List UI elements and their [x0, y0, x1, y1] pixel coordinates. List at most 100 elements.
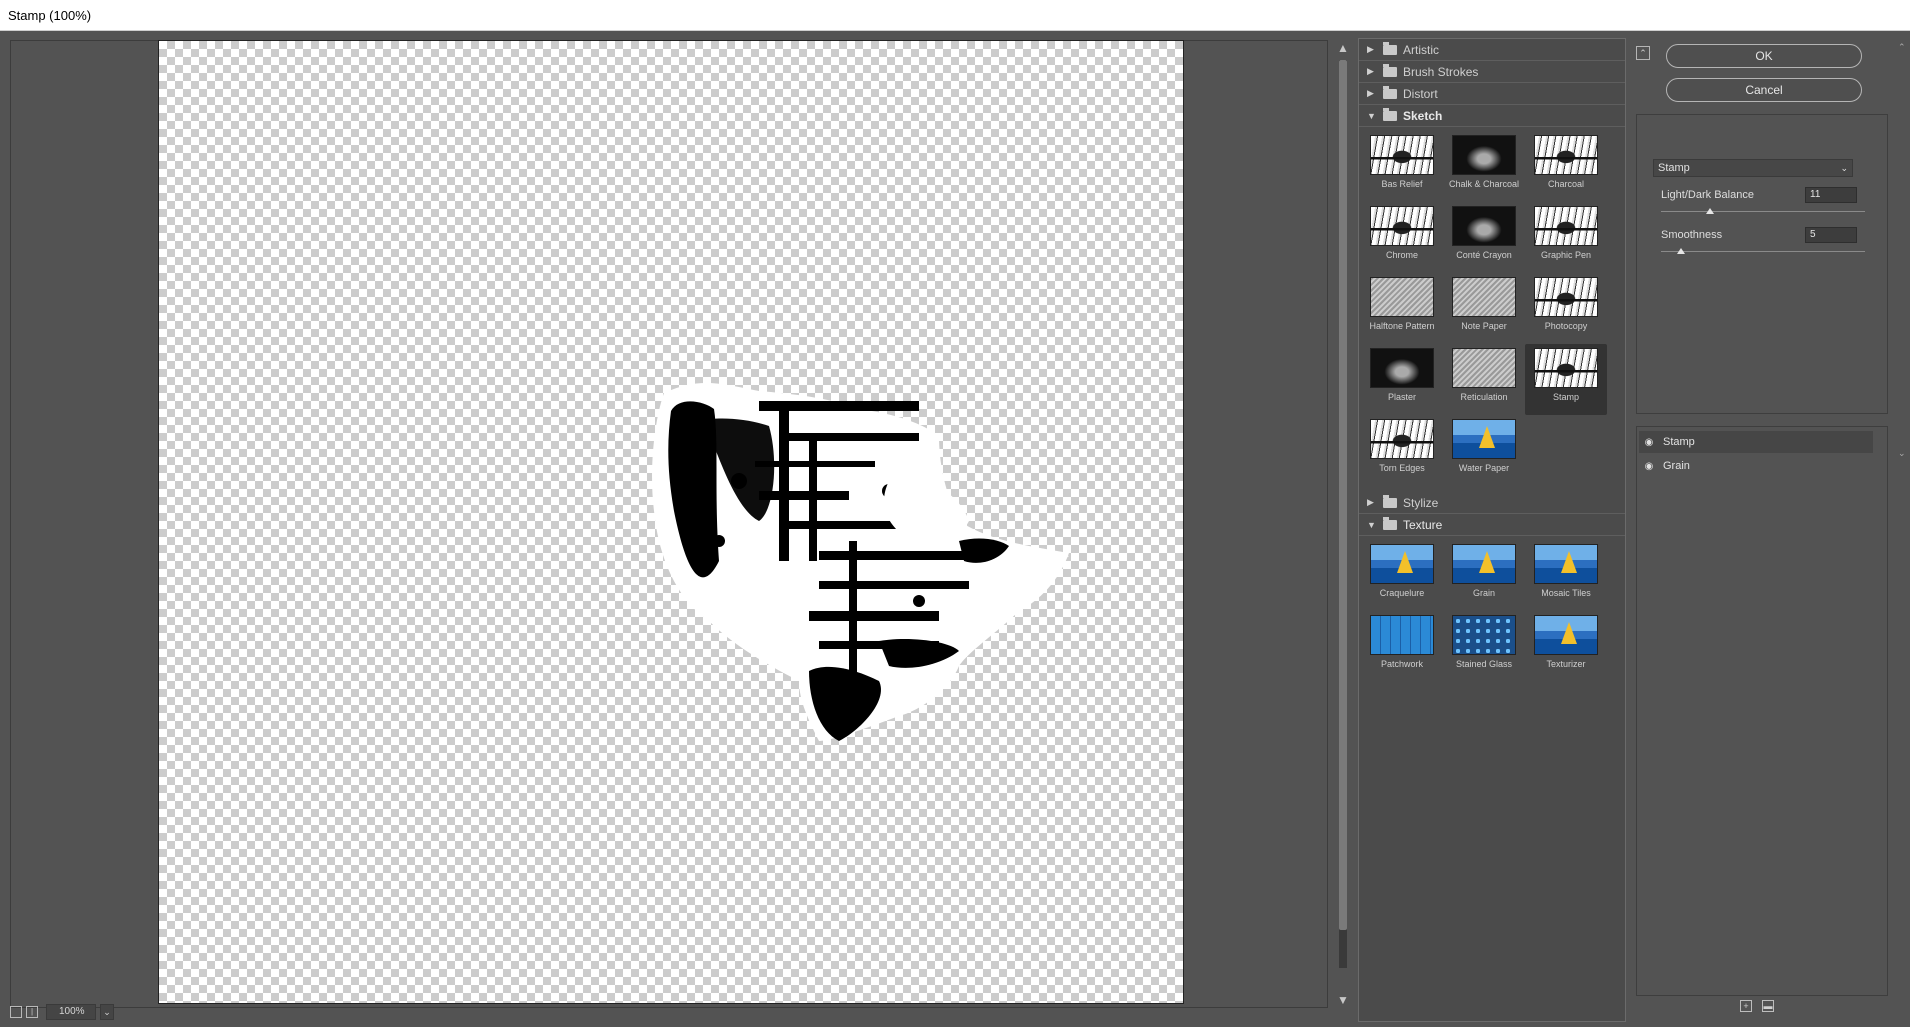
filter-thumbnail	[1452, 135, 1516, 175]
filter-torn-edges[interactable]: Torn Edges	[1361, 415, 1443, 486]
triangle-right-icon[interactable]: ▶	[1367, 497, 1379, 508]
filter-note-paper[interactable]: Note Paper	[1443, 273, 1525, 344]
folder-icon	[1383, 494, 1397, 508]
filter-label: Chrome	[1385, 250, 1418, 260]
filter-stained-glass[interactable]: Stained Glass	[1443, 611, 1525, 682]
filter-mosaic-tiles[interactable]: Mosaic Tiles	[1525, 540, 1607, 611]
smoothness-field[interactable]: 5	[1805, 227, 1857, 243]
filter-charcoal[interactable]: Charcoal	[1525, 131, 1607, 202]
scroll-down-icon[interactable]: ▼	[1337, 994, 1349, 1006]
slider-knob[interactable]	[1705, 208, 1714, 214]
triangle-right-icon[interactable]: ▶	[1367, 66, 1379, 77]
smoothness-slider[interactable]	[1661, 248, 1865, 254]
triangle-right-icon[interactable]: ▶	[1367, 88, 1379, 99]
filter-thumbnail	[1452, 419, 1516, 459]
layer-actions: + ▬	[1740, 1000, 1774, 1012]
category-label: Sketch	[1403, 108, 1443, 123]
chevron-down-icon[interactable]: ⌄	[1898, 448, 1906, 459]
filter-label: Photocopy	[1544, 321, 1588, 331]
triangle-right-icon[interactable]: ▶	[1367, 44, 1379, 55]
filter-grain[interactable]: Grain	[1443, 540, 1525, 611]
folder-icon	[1383, 516, 1397, 530]
filter-thumbnail	[1452, 615, 1516, 655]
folder-icon	[1383, 63, 1397, 77]
filter-label: Reticulation	[1460, 392, 1508, 402]
filter-thumbnail	[1534, 277, 1598, 317]
triangle-down-icon[interactable]: ▼	[1367, 520, 1379, 530]
filter-thumbnail	[1534, 348, 1598, 388]
category-distort[interactable]: ▶ Distort	[1359, 83, 1625, 105]
filter-bas-relief[interactable]: Bas Relief	[1361, 131, 1443, 202]
filter-chalk-charcoal[interactable]: Chalk & Charcoal	[1443, 131, 1525, 202]
filter-gallery: ▶ Artistic ▶ Brush Strokes ▶ Distort ▼ S…	[1358, 38, 1626, 1022]
category-label: Texture	[1403, 517, 1443, 532]
filter-halftone-pattern[interactable]: Halftone Pattern	[1361, 273, 1443, 344]
filter-thumbnail	[1370, 206, 1434, 246]
zoom-dropdown-icon[interactable]: ⌄	[100, 1004, 114, 1020]
trash-icon[interactable]: ▬	[1762, 1000, 1774, 1012]
preview-scrollbar[interactable]: ▲ ▼	[1335, 40, 1351, 1008]
slider-knob[interactable]	[1677, 248, 1686, 254]
category-stylize[interactable]: ▶ Stylize	[1359, 492, 1625, 514]
filter-label: Mosaic Tiles	[1541, 588, 1591, 598]
category-texture[interactable]: ▼ Texture	[1359, 514, 1625, 536]
filter-label: Bas Relief	[1381, 179, 1423, 189]
filter-patchwork[interactable]: Patchwork	[1361, 611, 1443, 682]
preview-canvas[interactable]	[158, 40, 1184, 1004]
eye-icon[interactable]: ◉	[1639, 437, 1659, 448]
filter-thumbnail	[1534, 615, 1598, 655]
smoothness-label: Smoothness	[1661, 229, 1723, 241]
filter-select-value: Stamp	[1658, 162, 1690, 174]
category-artistic[interactable]: ▶ Artistic	[1359, 39, 1625, 61]
effect-layers-panel: ◉ Stamp ◉ Grain	[1636, 426, 1888, 996]
filter-graphic-pen[interactable]: Graphic Pen	[1525, 202, 1607, 273]
filter-reticulation[interactable]: Reticulation	[1443, 344, 1525, 415]
filter-conte-crayon[interactable]: Conté Crayon	[1443, 202, 1525, 273]
zoom-level-field[interactable]: 100%	[46, 1004, 96, 1020]
zoom-toggle-icon[interactable]: |	[26, 1006, 38, 1018]
category-label: Artistic	[1403, 42, 1439, 57]
filter-stamp[interactable]: Stamp	[1525, 344, 1607, 415]
filter-texturizer[interactable]: Texturizer	[1525, 611, 1607, 682]
cancel-button[interactable]: Cancel	[1666, 78, 1862, 102]
filter-thumbnail	[1452, 544, 1516, 584]
scroll-track[interactable]	[1339, 60, 1347, 968]
filter-photocopy[interactable]: Photocopy	[1525, 273, 1607, 344]
filter-label: Graphic Pen	[1540, 250, 1592, 260]
filter-label: Grain	[1472, 588, 1495, 598]
stamp-preview-image	[652, 382, 1069, 741]
category-brush-strokes[interactable]: ▶ Brush Strokes	[1359, 61, 1625, 83]
folder-icon	[1383, 85, 1397, 99]
filter-select[interactable]: Stamp ⌄	[1653, 159, 1853, 177]
chevron-up-icon[interactable]: ⌃	[1898, 42, 1906, 53]
fit-screen-icon[interactable]	[10, 1006, 22, 1018]
filter-craquelure[interactable]: Craquelure	[1361, 540, 1443, 611]
filter-chrome[interactable]: Chrome	[1361, 202, 1443, 273]
category-sketch[interactable]: ▼ Sketch	[1359, 105, 1625, 127]
scroll-up-icon[interactable]: ▲	[1337, 42, 1349, 54]
window-title: Stamp (100%)	[8, 8, 92, 23]
effect-layer-grain[interactable]: ◉ Grain	[1639, 455, 1873, 477]
settings-panel: ⌃ OK Cancel Stamp ⌄ Light/Dark Balance 1…	[1636, 38, 1888, 1022]
eye-icon[interactable]: ◉	[1639, 461, 1659, 472]
right-edge-scrollbar[interactable]: ⌃ ⌄	[1898, 38, 1908, 1022]
ok-button[interactable]: OK	[1666, 44, 1862, 68]
filter-water-paper[interactable]: Water Paper	[1443, 415, 1525, 486]
light-dark-balance-slider[interactable]	[1661, 208, 1865, 214]
filter-thumbnail	[1452, 348, 1516, 388]
effect-layer-label: Stamp	[1663, 436, 1695, 448]
new-layer-icon[interactable]: +	[1740, 1000, 1752, 1012]
filter-thumbnail	[1534, 135, 1598, 175]
filter-thumbnail	[1534, 544, 1598, 584]
filter-thumbnail	[1370, 544, 1434, 584]
filter-label: Note Paper	[1461, 321, 1507, 331]
light-dark-balance-field[interactable]: 11	[1805, 187, 1857, 203]
folder-icon	[1383, 107, 1397, 121]
scroll-thumb[interactable]	[1339, 60, 1347, 930]
effect-layer-stamp[interactable]: ◉ Stamp	[1639, 431, 1873, 453]
triangle-down-icon[interactable]: ▼	[1367, 111, 1379, 121]
filter-thumbnail	[1370, 419, 1434, 459]
category-label: Stylize	[1403, 495, 1439, 510]
collapse-gallery-icon[interactable]: ⌃	[1636, 46, 1650, 60]
filter-plaster[interactable]: Plaster	[1361, 344, 1443, 415]
